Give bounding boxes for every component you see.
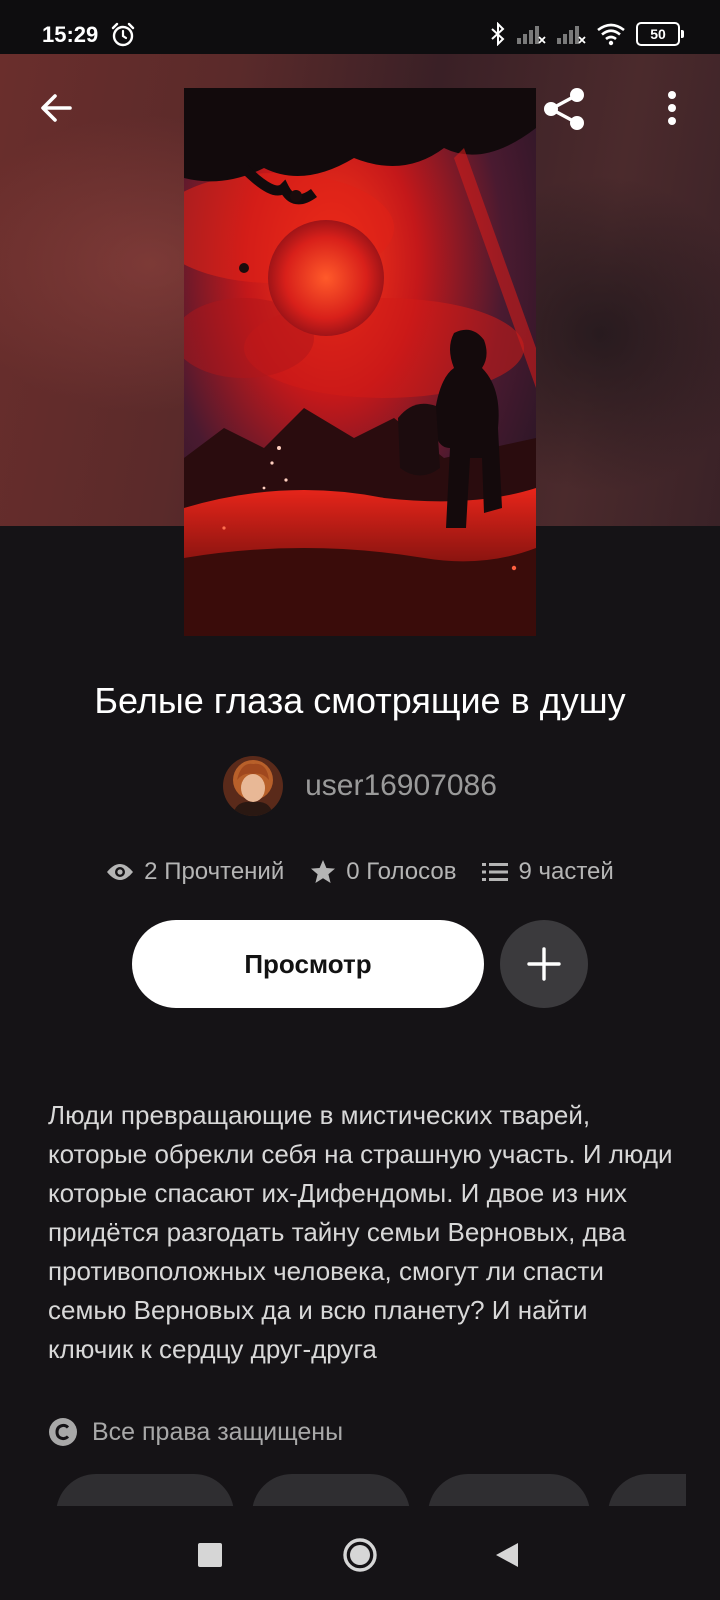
wifi-icon <box>597 23 625 46</box>
tag-chip[interactable] <box>56 1474 234 1506</box>
avatar-image <box>223 756 284 816</box>
parts-count: 9 частей <box>518 858 614 885</box>
recents-square-icon[interactable] <box>198 1543 222 1567</box>
signal-icon <box>557 26 586 44</box>
story-description: Люди превращающие в мистических тварей, … <box>48 1100 673 1364</box>
tag-chip[interactable] <box>428 1474 590 1506</box>
story-stats: 2 Прочтений 0 Голосов 9 частей <box>0 854 720 890</box>
status-icons: 50 <box>490 20 684 48</box>
reads-stat: 2 Прочтений <box>106 858 284 886</box>
plus-icon <box>527 947 561 981</box>
votes-stat: 0 Голосов <box>310 858 456 886</box>
tag-chip[interactable] <box>608 1474 686 1506</box>
story-cover[interactable] <box>184 88 536 636</box>
reads-count: 2 Прочтений <box>144 858 285 885</box>
eye-icon <box>107 864 134 880</box>
add-to-library-button[interactable] <box>500 920 588 1008</box>
votes-count: 0 Голосов <box>346 858 457 885</box>
tag-list <box>56 1474 686 1506</box>
star-icon <box>311 860 336 883</box>
status-time: 15:29 <box>42 22 99 47</box>
back-arrow-icon[interactable] <box>36 88 76 128</box>
copyright-label: Все права защищены <box>92 1417 344 1446</box>
tag-chip[interactable] <box>252 1474 410 1506</box>
status-bar: 15:29 50 <box>0 0 720 54</box>
cover-illustration <box>184 88 536 636</box>
system-nav-bar <box>0 1506 720 1600</box>
story-title: Белые глаза смотрящие в душу <box>94 680 626 721</box>
copyright-icon <box>49 1418 77 1446</box>
share-icon[interactable] <box>540 84 590 134</box>
parts-stat: 9 частей <box>482 858 614 886</box>
alarm-icon <box>111 22 135 47</box>
author-row[interactable]: user16907086 <box>0 754 720 818</box>
bluetooth-icon <box>491 22 505 46</box>
signal-icon <box>517 26 546 44</box>
home-circle-icon[interactable] <box>342 1537 378 1573</box>
list-icon <box>482 863 509 881</box>
more-vertical-icon[interactable] <box>652 88 692 128</box>
battery-icon: 50 <box>636 22 684 46</box>
avatar[interactable] <box>223 756 284 816</box>
copyright-row: Все права защищены <box>48 1412 343 1452</box>
author-name[interactable]: user16907086 <box>305 769 497 803</box>
back-triangle-icon[interactable] <box>494 1541 520 1569</box>
read-button[interactable]: Просмотр <box>132 920 484 1008</box>
